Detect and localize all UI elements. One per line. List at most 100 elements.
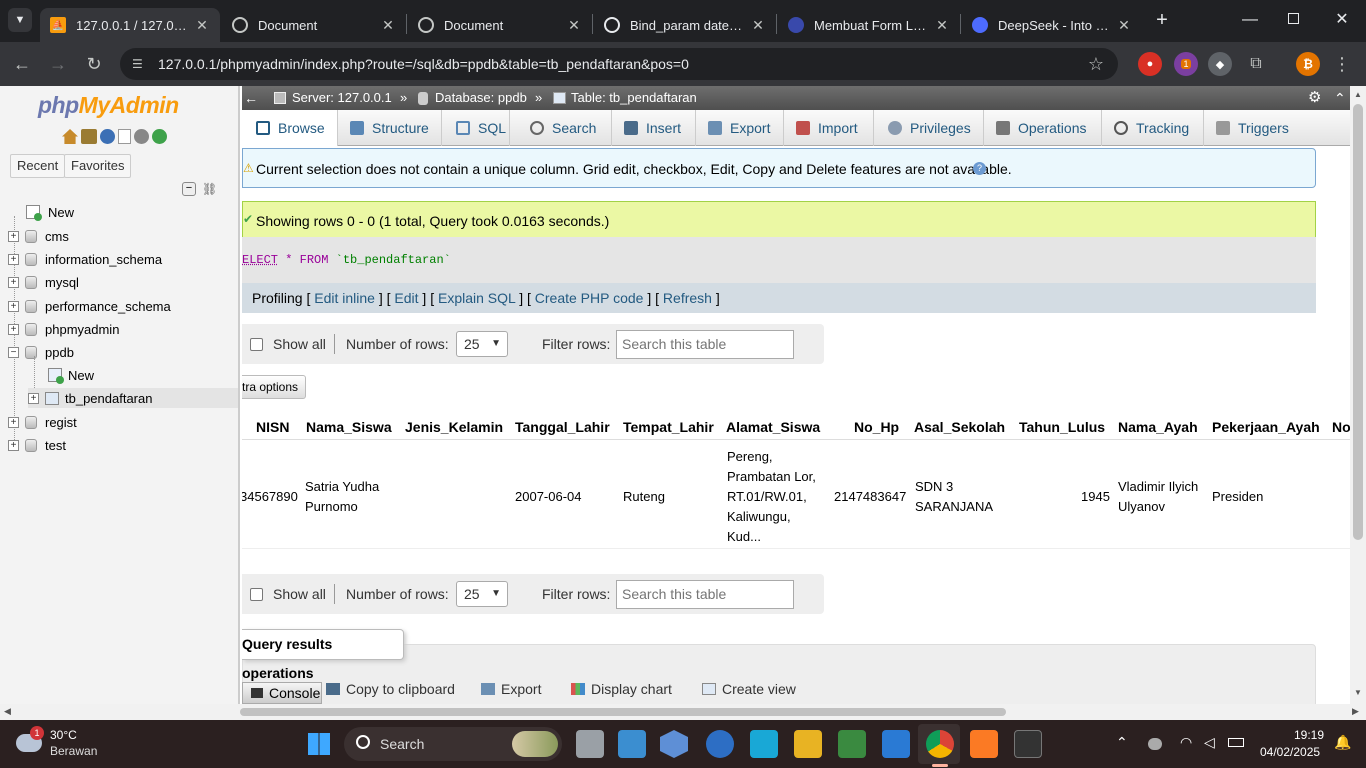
recent-button[interactable]: Recent [10,154,66,178]
collapse-nav-arrow-icon[interactable]: ← [244,86,258,110]
settings-gear-icon[interactable]: ⚙ [1308,86,1321,110]
weather-widget[interactable]: 1 30°C Berawan [16,726,136,762]
wifi-icon[interactable]: ◠ [1180,734,1192,751]
refresh-link[interactable]: Refresh [663,290,712,306]
console-toggle[interactable]: Console [242,682,322,704]
tab-structure[interactable]: Structure [338,110,442,146]
tab-import[interactable]: Import [784,110,874,146]
horizontal-scrollbar[interactable]: ◀ ▶ [0,704,1366,720]
shield-icon[interactable]: ◆ [1208,52,1232,76]
expand-icon[interactable]: + [8,439,19,451]
tree-item-regist[interactable]: + regist [8,412,77,432]
tab-close-icon[interactable]: ✕ [566,17,582,34]
column-header-pekerjaan-ayah[interactable]: Pekerjaan_Ayah [1212,416,1320,442]
vertical-scrollbar[interactable]: ▲ ▼ [1350,86,1366,704]
tree-item-information-schema[interactable]: + information_schema [8,249,162,269]
chrome-icon[interactable] [926,730,954,758]
reload-icon[interactable]: ↻ [82,52,106,76]
create-view-link[interactable]: Create view [702,681,796,697]
filter-rows-input[interactable]: Search this table [616,330,794,359]
site-info-icon[interactable]: ☰ [132,48,143,80]
scrollbar-thumb[interactable] [1353,104,1363,540]
tray-app-icon[interactable] [1148,738,1162,750]
edit-link[interactable]: Edit [394,290,418,306]
column-header-tahun-lulus[interactable]: Tahun_Lulus [1019,416,1105,442]
extensions-puzzle-icon[interactable]: ⧉ [1244,52,1268,76]
number-of-rows-select[interactable]: 25 ▼ [456,581,508,607]
collapse-top-icon[interactable]: ⌃ [1334,86,1346,110]
task-view-icon[interactable] [576,730,604,758]
app-icon-3[interactable] [750,730,778,758]
tree-item-new-table[interactable]: New [48,365,94,385]
tab-membuat-form[interactable]: Membuat Form Login ✕ [778,8,960,42]
show-hidden-icons-chevron-icon[interactable]: ⌃ [1116,734,1128,751]
profiling-checkbox-label[interactable]: Profiling [252,290,303,306]
terminal-icon[interactable] [1014,730,1042,758]
expand-icon[interactable]: + [8,323,19,335]
tab-tracking[interactable]: Tracking [1102,110,1204,146]
tab-search[interactable]: Search [510,110,612,146]
extra-options-toggle[interactable]: tra options [242,375,306,399]
settings-gear-icon[interactable] [134,129,149,144]
link-with-main-icon[interactable]: ⛓ [202,182,217,196]
tab-phpmyadmin[interactable]: ⛵ 127.0.0.1 / 127.0.0.1 / ppdb / tb_pend… [40,8,220,42]
column-header-alamat-siswa[interactable]: Alamat_Siswa [726,416,820,442]
column-header-jenis-kelamin[interactable]: Jenis_Kelamin [405,416,503,442]
address-bar[interactable]: ☰ 127.0.0.1/phpmyadmin/index.php?route=/… [120,48,1118,80]
tree-item-new[interactable]: New [26,202,74,222]
tree-item-ppdb[interactable]: − ppdb [8,342,74,362]
tree-item-mysql[interactable]: + mysql [8,272,79,292]
column-header-tanggal-lahir[interactable]: Tanggal_Lahir [515,416,610,442]
display-chart-link[interactable]: Display chart [571,681,672,697]
scroll-up-arrow-icon[interactable]: ▲ [1354,90,1362,99]
column-header-nama-siswa[interactable]: Nama_Siswa [306,416,392,442]
xampp-icon[interactable] [970,730,998,758]
tab-search-button[interactable]: ▼ [8,8,32,32]
pma-logo[interactable]: phpMyAdmin [38,92,179,119]
explain-sql-link[interactable]: Explain SQL [438,290,515,306]
volume-icon[interactable]: ◁ [1204,734,1215,751]
column-header-no[interactable]: No [1332,416,1350,442]
column-header-no-hp[interactable]: No_Hp [854,416,899,442]
battery-icon[interactable] [1228,738,1244,747]
vscode-icon[interactable] [882,730,910,758]
tab-close-icon[interactable]: ✕ [380,17,396,34]
edit-inline-link[interactable]: Edit inline [314,290,375,306]
forward-icon[interactable]: → [46,52,70,76]
start-button[interactable] [308,733,330,755]
number-of-rows-select[interactable]: 25 ▼ [456,331,508,357]
tab-close-icon[interactable]: ✕ [194,17,210,34]
tab-deepseek[interactable]: DeepSeek - Into the Unknown ✕ [962,8,1142,42]
tab-document-2[interactable]: Document ✕ [408,8,592,42]
expand-icon[interactable]: + [8,230,19,242]
expand-icon[interactable]: + [8,416,19,428]
extension-badge-icon[interactable]: 1 [1174,52,1198,76]
expand-icon[interactable]: + [28,392,39,404]
app-icon-2[interactable] [706,730,734,758]
tree-item-cms[interactable]: + cms [8,226,69,246]
restore-button[interactable] [1288,13,1299,24]
filter-rows-input[interactable]: Search this table [616,580,794,609]
copy-to-clipboard-link[interactable]: Copy to clipboard [326,681,455,697]
tab-export[interactable]: Export [696,110,784,146]
scroll-left-arrow-icon[interactable]: ◀ [4,706,11,717]
docs-icon[interactable] [118,129,131,144]
expand-icon[interactable]: + [8,253,19,265]
tab-operations[interactable]: Operations [984,110,1102,146]
tab-privileges[interactable]: Privileges [874,110,984,146]
clock-date[interactable]: 04/02/2025 [1260,745,1320,759]
close-window-button[interactable]: ✕ [1332,8,1352,32]
tree-item-performance-schema[interactable]: + performance_schema [8,296,171,316]
collapse-all-icon[interactable]: − [182,182,196,196]
create-php-code-link[interactable]: Create PHP code [535,290,644,306]
tab-document-1[interactable]: Document ✕ [222,8,406,42]
favorites-button[interactable]: Favorites [64,154,132,178]
column-header-tempat-lahir[interactable]: Tempat_Lahir [623,416,714,442]
virtualbox-icon[interactable] [660,730,688,758]
logout-icon[interactable] [81,129,97,144]
tree-item-tb-pendaftaran[interactable]: + tb_pendaftaran [28,388,238,408]
chrome-menu-icon[interactable]: ⋮ [1330,52,1354,76]
minimize-button[interactable]: — [1240,8,1260,32]
tree-item-test[interactable]: + test [8,435,66,455]
scroll-down-arrow-icon[interactable]: ▼ [1354,688,1362,697]
